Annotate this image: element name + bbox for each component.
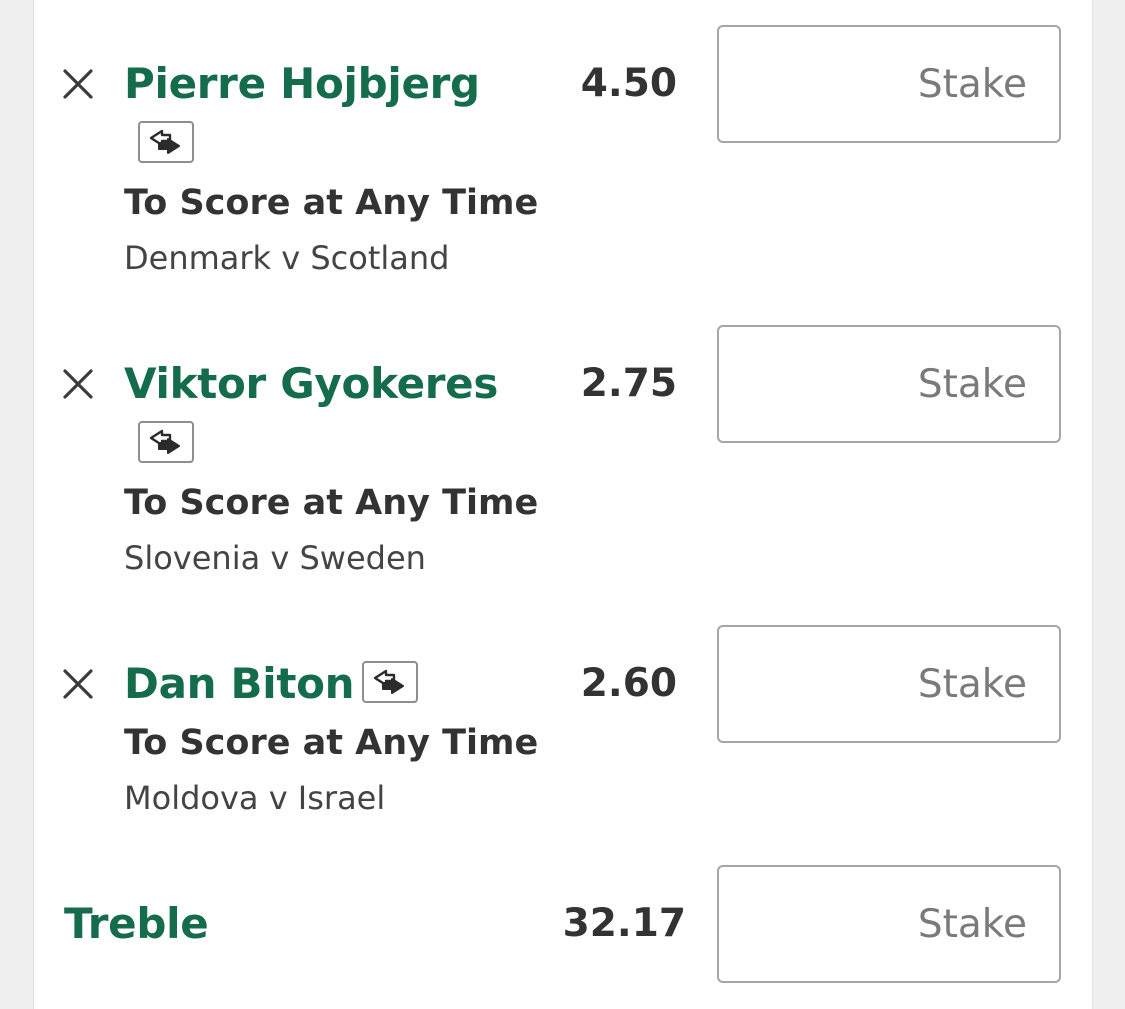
selection-name: Pierre Hojbjerg — [124, 59, 480, 108]
stake-input[interactable]: Stake — [717, 25, 1061, 143]
multiple-bet-label: Treble — [64, 899, 209, 948]
multiple-bet-odds: 32.17 — [562, 901, 686, 946]
close-icon — [63, 669, 93, 699]
stake-placeholder: Stake — [917, 661, 1027, 707]
cash-out-icon — [138, 421, 194, 463]
event-name: Moldova v Israel — [124, 779, 386, 817]
selection-odds[interactable]: 2.60 — [520, 656, 677, 712]
market-name: To Score at Any Time — [124, 723, 539, 763]
remove-selection-button-3[interactable] — [60, 666, 96, 702]
cash-out-icon — [138, 121, 194, 163]
stake-placeholder: Stake — [917, 61, 1027, 107]
stake-placeholder: Stake — [917, 361, 1027, 407]
remove-selection-button-2[interactable] — [60, 366, 96, 402]
stake-input[interactable]: Stake — [717, 625, 1061, 743]
event-name: Denmark v Scotland — [124, 239, 450, 277]
treble-stake-input[interactable]: Stake — [717, 865, 1061, 983]
selection-odds[interactable]: 2.75 — [520, 356, 677, 412]
stake-input[interactable]: Stake — [717, 325, 1061, 443]
market-name: To Score at Any Time — [124, 183, 539, 223]
selection-odds[interactable]: 4.50 — [520, 56, 677, 112]
close-icon — [63, 69, 93, 99]
remove-selection-button-1[interactable] — [60, 66, 96, 102]
close-icon — [63, 369, 93, 399]
stake-placeholder: Stake — [917, 901, 1027, 947]
event-name: Slovenia v Sweden — [124, 539, 426, 577]
cash-out-icon — [362, 661, 418, 703]
selection-name: Viktor Gyokeres — [124, 359, 499, 408]
market-name: To Score at Any Time — [124, 483, 539, 523]
selection-name: Dan Biton — [124, 659, 355, 708]
